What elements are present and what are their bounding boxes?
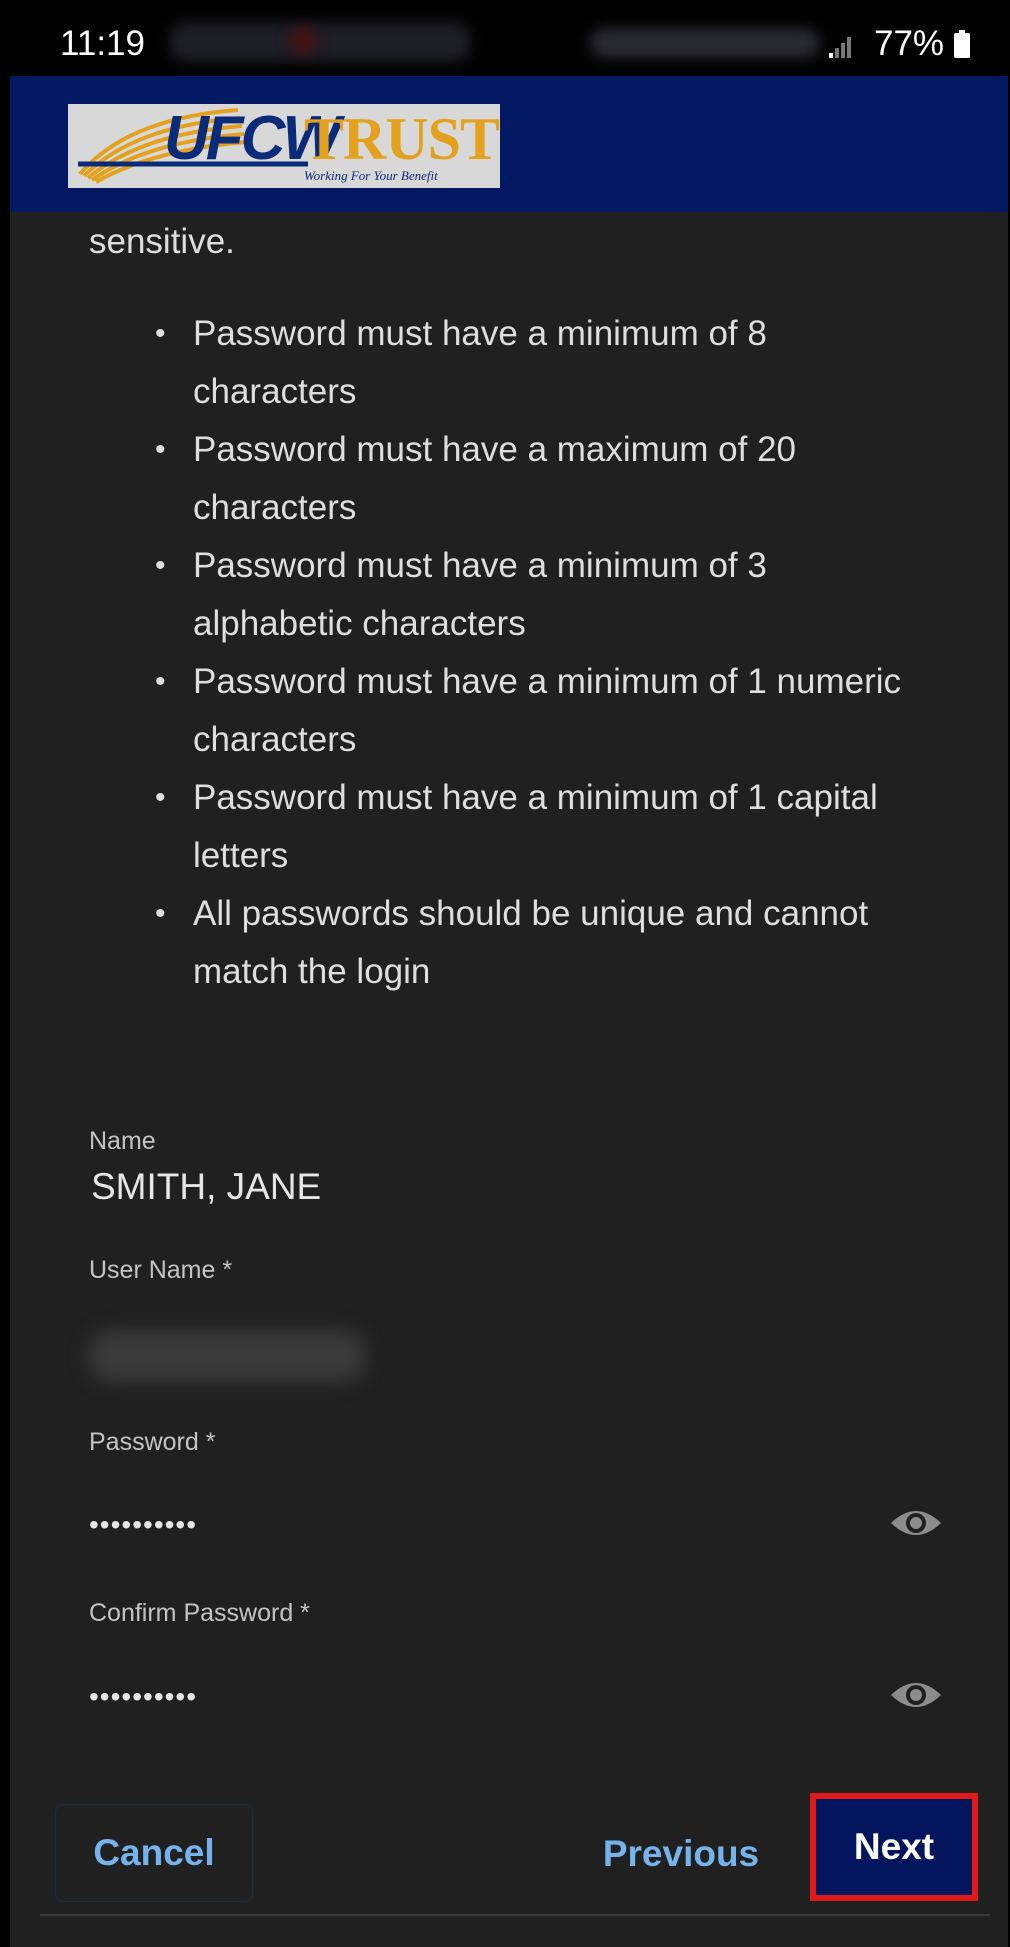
next-button[interactable]: Next [810, 1793, 978, 1901]
battery-icon [954, 30, 970, 58]
blurred-notification-dot [290, 28, 316, 54]
blurred-notification-icons [170, 22, 470, 62]
status-bar: 11:19 77% [10, 0, 1008, 76]
cancel-button[interactable]: Cancel [55, 1804, 253, 1902]
app-header: UFCW TRUST Working For Your Benefit [10, 76, 1008, 212]
confirm-password-field[interactable]: •••••••••• [89, 1682, 197, 1712]
ufcw-trust-logo: UFCW TRUST Working For Your Benefit [68, 104, 500, 188]
password-rule: Password must have a maximum of 20 chara… [155, 421, 915, 537]
password-rule: All passwords should be unique and canno… [155, 885, 915, 1001]
name-label: Name [89, 1127, 156, 1155]
password-intro-tail: sensitive. [89, 222, 235, 261]
battery-percent: 77% [874, 24, 945, 63]
show-password-eye-icon[interactable] [888, 1503, 944, 1543]
username-label: User Name * [89, 1256, 233, 1284]
username-field[interactable] [88, 1330, 366, 1382]
password-rule: Password must have a minimum of 8 charac… [155, 305, 915, 421]
status-time: 11:19 [60, 24, 145, 63]
blurred-status-icons [590, 28, 820, 58]
show-confirm-password-eye-icon[interactable] [888, 1675, 944, 1715]
confirm-password-label: Confirm Password * [89, 1599, 310, 1627]
password-rule: Password must have a minimum of 3 alphab… [155, 537, 915, 653]
phone-screen: 11:19 77% UFCW TRUST Working For Your Be… [10, 0, 1008, 1947]
password-rules-list: Password must have a minimum of 8 charac… [155, 305, 915, 1001]
logo-text-trust: TRUST [304, 106, 500, 172]
password-rule: Password must have a minimum of 1 numeri… [155, 653, 915, 769]
previous-button[interactable]: Previous [602, 1820, 760, 1888]
name-value: SMITH, JANE [91, 1166, 322, 1207]
password-label: Password * [89, 1428, 216, 1456]
password-field[interactable]: •••••••••• [89, 1510, 197, 1540]
password-rule: Password must have a minimum of 1 capita… [155, 769, 915, 885]
bottom-divider [40, 1914, 990, 1916]
logo-tagline: Working For Your Benefit [304, 168, 438, 183]
